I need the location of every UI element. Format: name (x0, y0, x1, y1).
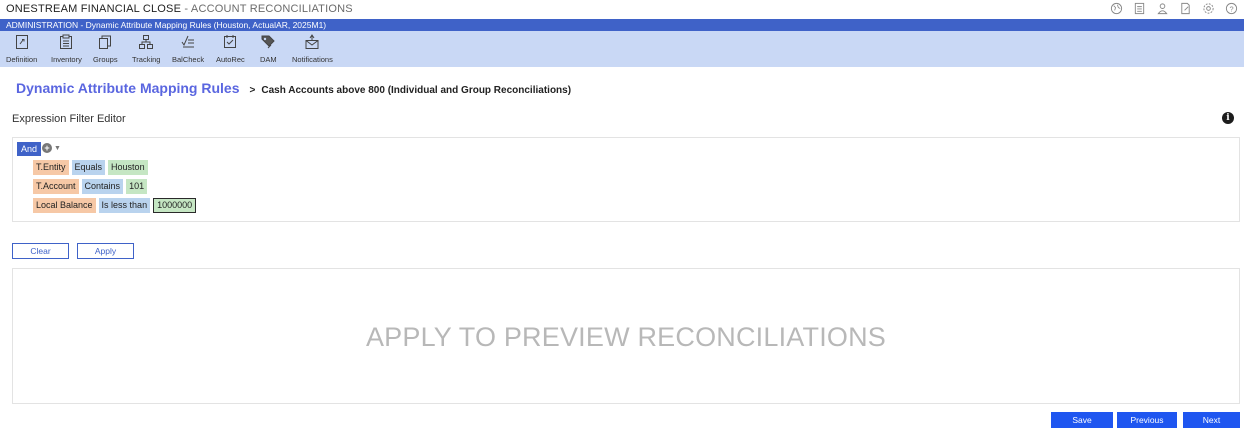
toolbar-groups-label: Groups (93, 55, 118, 64)
add-condition-button[interactable]: + ▼ (42, 143, 61, 153)
condition-field[interactable]: Local Balance (33, 198, 96, 213)
toolbar-tracking[interactable]: Tracking (132, 31, 160, 67)
breadcrumb-root[interactable]: Dynamic Attribute Mapping Rules (16, 80, 240, 96)
groups-icon (99, 35, 112, 49)
group-operator-chip[interactable]: And (17, 142, 42, 156)
autorec-icon (224, 35, 237, 48)
help-icon[interactable]: ? (1224, 2, 1238, 16)
admin-context-text: ADMINISTRATION - Dynamic Attribute Mappi… (6, 20, 327, 30)
toolbar-definition-label: Definition (6, 55, 38, 64)
toolbar-inventory[interactable]: Inventory (51, 31, 82, 67)
globe-icon[interactable] (1109, 2, 1123, 16)
top-icons: ? (1109, 2, 1238, 16)
document-list-icon[interactable] (1132, 2, 1146, 16)
title-bar: ONESTREAM FINANCIAL CLOSE - ACCOUNT RECO… (0, 0, 1244, 19)
toolbar-notifications[interactable]: Notifications (292, 31, 333, 67)
add-condition-icon: + (42, 143, 52, 153)
apply-button[interactable]: Apply (77, 243, 134, 259)
app-title-separator: - (181, 3, 191, 15)
condition-field[interactable]: T.Account (33, 179, 79, 194)
toolbar-inventory-label: Inventory (51, 55, 82, 64)
condition-operator[interactable]: Equals (71, 160, 106, 175)
tracking-icon (139, 35, 154, 49)
svg-text:?: ? (1229, 4, 1233, 13)
chevron-down-icon: ▼ (54, 144, 61, 152)
app-title-main: ONESTREAM FINANCIAL CLOSE (6, 3, 182, 15)
next-button[interactable]: Next (1183, 412, 1240, 428)
toolbar-balcheck[interactable]: BalCheck (172, 31, 204, 67)
toolbar-autorec-label: AutoRec (216, 55, 245, 64)
condition-row: Local Balance Is less than 1000000 (33, 198, 197, 213)
toolbar-autorec[interactable]: AutoRec (216, 31, 245, 67)
preview-placeholder: APPLY TO PREVIEW RECONCILIATIONS (365, 322, 887, 352)
editor-title: Expression Filter Editor (12, 113, 126, 125)
condition-row: T.Account Contains 101 (33, 179, 148, 194)
condition-value[interactable]: Houston (108, 160, 148, 175)
preview-panel: APPLY TO PREVIEW RECONCILIATIONS (12, 268, 1240, 404)
breadcrumb-separator: > (249, 85, 256, 96)
info-icon[interactable]: i (1222, 112, 1234, 124)
condition-value[interactable]: 1000000 (153, 198, 197, 213)
toolbar-balcheck-label: BalCheck (172, 55, 205, 64)
previous-button[interactable]: Previous (1117, 412, 1177, 428)
toolbar-groups[interactable]: Groups (93, 31, 118, 67)
toolbar-definition[interactable]: Definition (6, 31, 37, 67)
notifications-icon (305, 34, 319, 49)
condition-value[interactable]: 101 (126, 179, 148, 194)
condition-operator[interactable]: Contains (81, 179, 124, 194)
save-button[interactable]: Save (1051, 412, 1113, 428)
dam-icon (261, 35, 276, 49)
module-toolbar: Definition Inventory Groups Tracking Bal… (0, 31, 1244, 67)
definition-icon (15, 35, 28, 49)
condition-operator[interactable]: Is less than (98, 198, 151, 213)
app-title: ONESTREAM FINANCIAL CLOSE - ACCOUNT RECO… (6, 3, 353, 15)
toolbar-dam-label: DAM (260, 55, 277, 64)
gear-icon[interactable] (1201, 2, 1215, 16)
clear-button[interactable]: Clear (12, 243, 69, 259)
condition-row: T.Entity Equals Houston (33, 160, 148, 175)
balcheck-icon (181, 35, 195, 48)
breadcrumb: Dynamic Attribute Mapping Rules > Cash Acc… (16, 80, 571, 98)
inventory-icon (60, 34, 73, 49)
document-edit-icon[interactable] (1178, 2, 1192, 16)
condition-field[interactable]: T.Entity (33, 160, 69, 175)
admin-context-bar: ADMINISTRATION - Dynamic Attribute Mappi… (0, 19, 1244, 31)
toolbar-tracking-label: Tracking (132, 55, 161, 64)
app-title-sub: ACCOUNT RECONCILIATIONS (190, 3, 353, 15)
toolbar-dam[interactable]: DAM (260, 31, 277, 67)
toolbar-notifications-label: Notifications (292, 55, 333, 64)
user-icon[interactable] (1155, 2, 1169, 16)
breadcrumb-current: Cash Accounts above 800 (Individual and … (261, 85, 572, 96)
expression-filter-editor: And + ▼ T.Entity Equals Houston T.Accoun… (12, 137, 1240, 222)
